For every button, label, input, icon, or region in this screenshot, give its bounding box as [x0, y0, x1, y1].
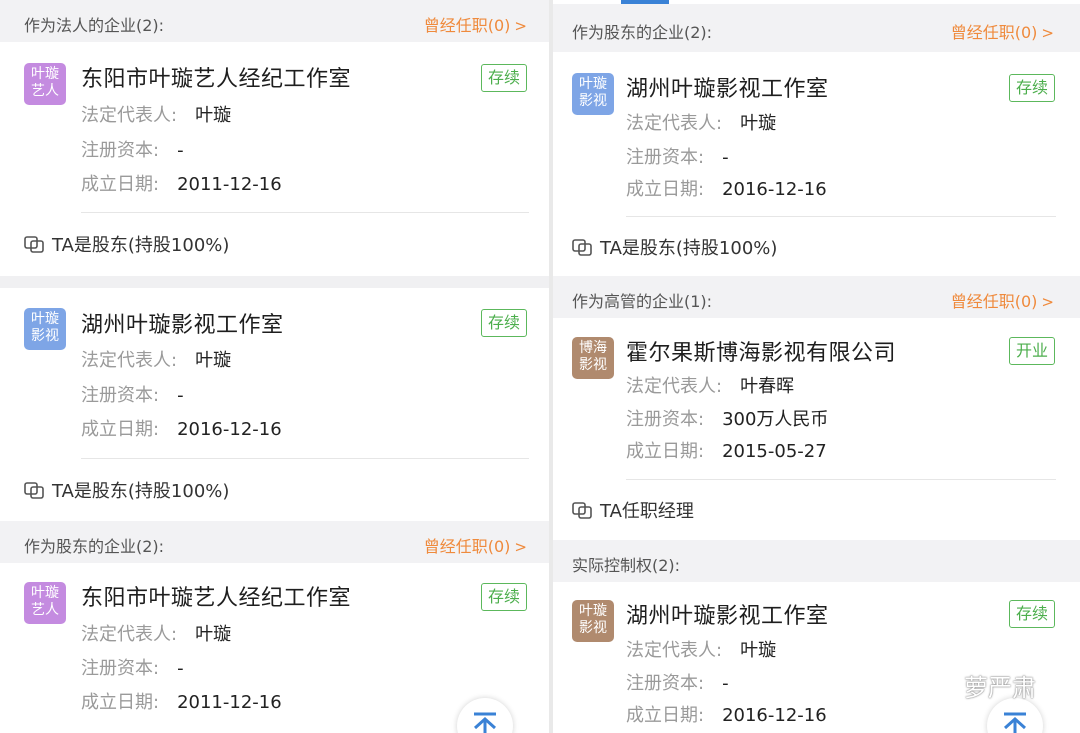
legal-rep-row: 法定代表人: 叶璇 [81, 105, 232, 126]
capital-row: 注册资本: - [81, 385, 184, 406]
capital-row: 注册资本: - [626, 673, 729, 694]
company-logo: 叶璇 艺人 [24, 582, 66, 624]
legal-rep-row: 法定代表人: 叶春晖 [626, 376, 795, 397]
share-link-icon [24, 482, 44, 499]
founded-row: 成立日期: 2016-12-16 [626, 179, 827, 200]
role-row: TA任职经理 [572, 497, 694, 523]
company-logo: 叶璇 影视 [24, 308, 66, 350]
legal-rep-link[interactable]: 叶春晖 [740, 376, 794, 397]
legal-rep-link[interactable]: 叶璇 [195, 350, 231, 371]
status-badge: 存续 [481, 583, 527, 611]
divider [626, 479, 1056, 480]
company-name-link[interactable]: 湖州叶璇影视工作室 [81, 307, 284, 339]
founded-row: 成立日期: 2011-12-16 [81, 174, 282, 195]
watermark: 萝严肃 [918, 668, 1036, 703]
capital-row: 注册资本: 300万人民币 [626, 409, 829, 430]
legal-rep-link[interactable]: 叶璇 [195, 624, 231, 645]
share-link-icon [24, 236, 44, 253]
capital-row: 注册资本: - [626, 147, 729, 168]
legal-rep-row: 法定代表人: 叶璇 [81, 624, 232, 645]
section-title: 作为股东的企业(2): [24, 537, 165, 556]
divider [81, 212, 529, 213]
role-row: TA是股东(持股100%) [24, 231, 229, 257]
company-name-link[interactable]: 湖州叶璇影视工作室 [626, 598, 829, 630]
chevron-right-icon: > [1041, 24, 1054, 42]
history-link[interactable]: 曾经任职(0) > [951, 288, 1054, 312]
section-title: 作为高管的企业(1): [572, 292, 713, 311]
legal-rep-row: 法定代表人: 叶璇 [81, 350, 232, 371]
company-name-link[interactable]: 霍尔果斯博海影视有限公司 [626, 335, 896, 367]
section-header-executive: 作为高管的企业(1): 曾经任职(0) > [553, 276, 1080, 318]
share-link-icon [572, 239, 592, 256]
status-badge: 存续 [1009, 600, 1055, 628]
capital-row: 注册资本: - [81, 658, 184, 679]
history-link[interactable]: 曾经任职(0) > [424, 12, 527, 36]
role-row: TA是股东(持股100%) [24, 477, 229, 503]
scroll-to-top-button[interactable] [457, 698, 513, 733]
founded-row: 成立日期: 2016-12-16 [81, 419, 282, 440]
company-logo: 博海 影视 [572, 337, 614, 379]
company-logo: 叶璇 影视 [572, 600, 614, 642]
founded-row: 成立日期: 2015-05-27 [626, 441, 827, 462]
section-header-shareholder: 作为股东的企业(2): 曾经任职(0) > [0, 521, 549, 563]
section-header-shareholder: 作为股东的企业(2): 曾经任职(0) > [553, 4, 1080, 52]
section-title: 实际控制权(2): [572, 556, 681, 575]
legal-rep-link[interactable]: 叶璇 [740, 640, 776, 661]
status-badge: 存续 [481, 64, 527, 92]
divider [81, 458, 529, 459]
history-link[interactable]: 曾经任职(0) > [424, 533, 527, 557]
legal-rep-link[interactable]: 叶璇 [740, 113, 776, 134]
chevron-right-icon: > [514, 538, 527, 556]
company-name-link[interactable]: 东阳市叶璇艺人经纪工作室 [81, 580, 351, 612]
section-header-control: 实际控制权(2): [553, 540, 1080, 582]
company-logo: 叶璇 艺人 [24, 63, 66, 105]
company-name-link[interactable]: 湖州叶璇影视工作室 [626, 71, 829, 103]
share-link-icon [572, 502, 592, 519]
section-title: 作为股东的企业(2): [572, 23, 713, 42]
legal-rep-row: 法定代表人: 叶璇 [626, 113, 777, 134]
legal-rep-link[interactable]: 叶璇 [195, 105, 231, 126]
legal-rep-row: 法定代表人: 叶璇 [626, 640, 777, 661]
section-header-legal-rep: 作为法人的企业(2): 曾经任职(0) > [0, 0, 549, 42]
left-panel: 作为法人的企业(2): 曾经任职(0) > 叶璇 艺人 东阳市叶璇艺人经纪工作室 存… [0, 0, 549, 733]
wechat-icon [919, 671, 956, 699]
capital-row: 注册资本: - [81, 140, 184, 161]
scroll-to-top-icon [473, 712, 497, 733]
company-name-link[interactable]: 东阳市叶璇艺人经纪工作室 [81, 61, 351, 93]
status-badge: 存续 [1009, 74, 1055, 102]
status-badge: 存续 [481, 309, 527, 337]
divider [626, 216, 1056, 217]
chevron-right-icon: > [514, 17, 527, 35]
scroll-to-top-button[interactable] [987, 698, 1043, 733]
section-title: 作为法人的企业(2): [24, 16, 165, 35]
founded-row: 成立日期: 2016-12-16 [626, 705, 827, 726]
scroll-to-top-icon [1003, 712, 1027, 733]
founded-row: 成立日期: 2011-12-16 [81, 692, 282, 713]
company-logo: 叶璇 影视 [572, 73, 614, 115]
chevron-right-icon: > [1041, 293, 1054, 311]
status-badge: 开业 [1009, 337, 1055, 365]
right-panel: 作为股东的企业(2): 曾经任职(0) > 叶璇 影视 湖州叶璇影视工作室 存续 法… [553, 0, 1080, 733]
history-link[interactable]: 曾经任职(0) > [951, 19, 1054, 43]
role-row: TA是股东(持股100%) [572, 234, 777, 260]
card-gap [0, 276, 549, 288]
